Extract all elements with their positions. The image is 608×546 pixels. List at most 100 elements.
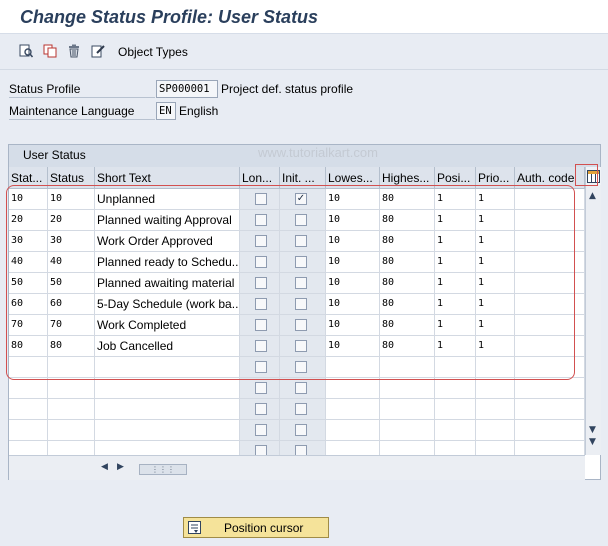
cell-highest[interactable]	[380, 420, 435, 441]
cell-status[interactable]: 40	[48, 252, 95, 273]
cell-priority[interactable]: 1	[476, 336, 515, 357]
cell-short-text[interactable]: Planned ready to Schedu...	[95, 252, 240, 273]
cell-priority[interactable]	[476, 357, 515, 378]
cell-status[interactable]: 30	[48, 231, 95, 252]
cell-lowest[interactable]: 10	[326, 315, 380, 336]
cell-auth-code[interactable]	[515, 441, 585, 455]
cell-stat[interactable]: 10	[9, 189, 48, 210]
cell-priority[interactable]: 1	[476, 252, 515, 273]
cell-auth-code[interactable]	[515, 189, 585, 210]
column-header-stat[interactable]: Stat...	[9, 167, 48, 189]
column-header-position[interactable]: Posi...	[435, 167, 476, 189]
cell-lowest[interactable]: 10	[326, 273, 380, 294]
cell-auth-code[interactable]	[515, 336, 585, 357]
table-row[interactable]: 60 60 5-Day Schedule (work ba... 10 80 1 1	[9, 294, 585, 315]
scroll-down-icon[interactable]: ▼	[589, 425, 596, 435]
cell-highest[interactable]: 80	[380, 315, 435, 336]
cell-status[interactable]	[48, 399, 95, 420]
cell-short-text[interactable]	[95, 357, 240, 378]
cell-position[interactable]	[435, 357, 476, 378]
cell-position[interactable]: 1	[435, 336, 476, 357]
cell-status[interactable]: 20	[48, 210, 95, 231]
cell-short-text[interactable]	[95, 441, 240, 455]
cell-auth-code[interactable]	[515, 210, 585, 231]
cell-priority[interactable]: 1	[476, 315, 515, 336]
maintenance-language-field[interactable]: EN	[156, 102, 176, 120]
column-header-short-text[interactable]: Short Text	[95, 167, 240, 189]
cell-highest[interactable]: 80	[380, 210, 435, 231]
cell-priority[interactable]: 1	[476, 210, 515, 231]
cell-lowest[interactable]: 10	[326, 294, 380, 315]
cell-short-text[interactable]	[95, 399, 240, 420]
initial-status-checkbox[interactable]	[295, 424, 307, 436]
cell-highest[interactable]	[380, 357, 435, 378]
cell-priority[interactable]	[476, 441, 515, 455]
cell-auth-code[interactable]	[515, 273, 585, 294]
table-row[interactable]: 30 30 Work Order Approved 10 80 1 1	[9, 231, 585, 252]
cell-highest[interactable]: 80	[380, 252, 435, 273]
cell-position[interactable]: 1	[435, 210, 476, 231]
table-row[interactable]: 70 70 Work Completed 10 80 1 1	[9, 315, 585, 336]
initial-status-checkbox[interactable]	[295, 277, 307, 289]
object-types-button[interactable]: Object Types	[118, 45, 188, 59]
cell-stat[interactable]	[9, 441, 48, 455]
cell-priority[interactable]: 1	[476, 231, 515, 252]
cell-stat[interactable]	[9, 378, 48, 399]
horizontal-scroll-thumb[interactable]: ⋮⋮⋮	[139, 464, 187, 475]
long-text-checkbox[interactable]	[255, 235, 267, 247]
cell-short-text[interactable]: Planned waiting Approval	[95, 210, 240, 231]
cell-lowest[interactable]	[326, 420, 380, 441]
table-row[interactable]: 50 50 Planned awaiting material 10 80 1 1	[9, 273, 585, 294]
cell-position[interactable]: 1	[435, 294, 476, 315]
initial-status-checkbox[interactable]	[295, 214, 307, 226]
initial-status-checkbox[interactable]	[295, 340, 307, 352]
cell-lowest[interactable]: 10	[326, 252, 380, 273]
column-header-long-text[interactable]: Lon...	[240, 167, 280, 189]
cell-auth-code[interactable]	[515, 252, 585, 273]
initial-status-checkbox[interactable]	[295, 403, 307, 415]
initial-status-checkbox[interactable]: ✓	[295, 193, 307, 205]
cell-status[interactable]	[48, 420, 95, 441]
cell-highest[interactable]: 80	[380, 231, 435, 252]
cell-short-text[interactable]: Planned awaiting material	[95, 273, 240, 294]
cell-position[interactable]	[435, 420, 476, 441]
scroll-right-icon[interactable]: ▶	[117, 462, 124, 472]
table-row[interactable]: 20 20 Planned waiting Approval 10 80 1 1	[9, 210, 585, 231]
initial-status-checkbox[interactable]	[295, 319, 307, 331]
cell-priority[interactable]: 1	[476, 294, 515, 315]
cell-position[interactable]: 1	[435, 189, 476, 210]
empty-table-row[interactable]	[9, 420, 585, 441]
cell-highest[interactable]: 80	[380, 336, 435, 357]
long-text-checkbox[interactable]	[255, 424, 267, 436]
long-text-checkbox[interactable]	[255, 445, 267, 455]
cell-short-text[interactable]	[95, 420, 240, 441]
cell-status[interactable]: 60	[48, 294, 95, 315]
table-settings-icon[interactable]	[586, 167, 601, 185]
cell-status[interactable]: 80	[48, 336, 95, 357]
initial-status-checkbox[interactable]	[295, 361, 307, 373]
column-header-auth-code[interactable]: Auth. code	[515, 167, 585, 189]
cell-auth-code[interactable]	[515, 231, 585, 252]
cell-position[interactable]	[435, 378, 476, 399]
cell-priority[interactable]	[476, 420, 515, 441]
scroll-up-icon[interactable]: ▲	[589, 191, 596, 201]
cell-stat[interactable]: 20	[9, 210, 48, 231]
cell-status[interactable]: 70	[48, 315, 95, 336]
copy-icon[interactable]	[42, 43, 58, 59]
cell-status[interactable]	[48, 357, 95, 378]
cell-status[interactable]	[48, 441, 95, 455]
cell-lowest[interactable]: 10	[326, 231, 380, 252]
cell-highest[interactable]: 80	[380, 189, 435, 210]
cell-position[interactable]	[435, 441, 476, 455]
cell-short-text[interactable]: 5-Day Schedule (work ba...	[95, 294, 240, 315]
cell-highest[interactable]	[380, 378, 435, 399]
long-text-checkbox[interactable]	[255, 361, 267, 373]
cell-stat[interactable]: 70	[9, 315, 48, 336]
cell-position[interactable]: 1	[435, 273, 476, 294]
cell-lowest[interactable]	[326, 378, 380, 399]
cell-short-text[interactable]	[95, 378, 240, 399]
long-text-checkbox[interactable]	[255, 319, 267, 331]
cell-position[interactable]: 1	[435, 315, 476, 336]
empty-table-row[interactable]	[9, 378, 585, 399]
initial-status-checkbox[interactable]	[295, 235, 307, 247]
